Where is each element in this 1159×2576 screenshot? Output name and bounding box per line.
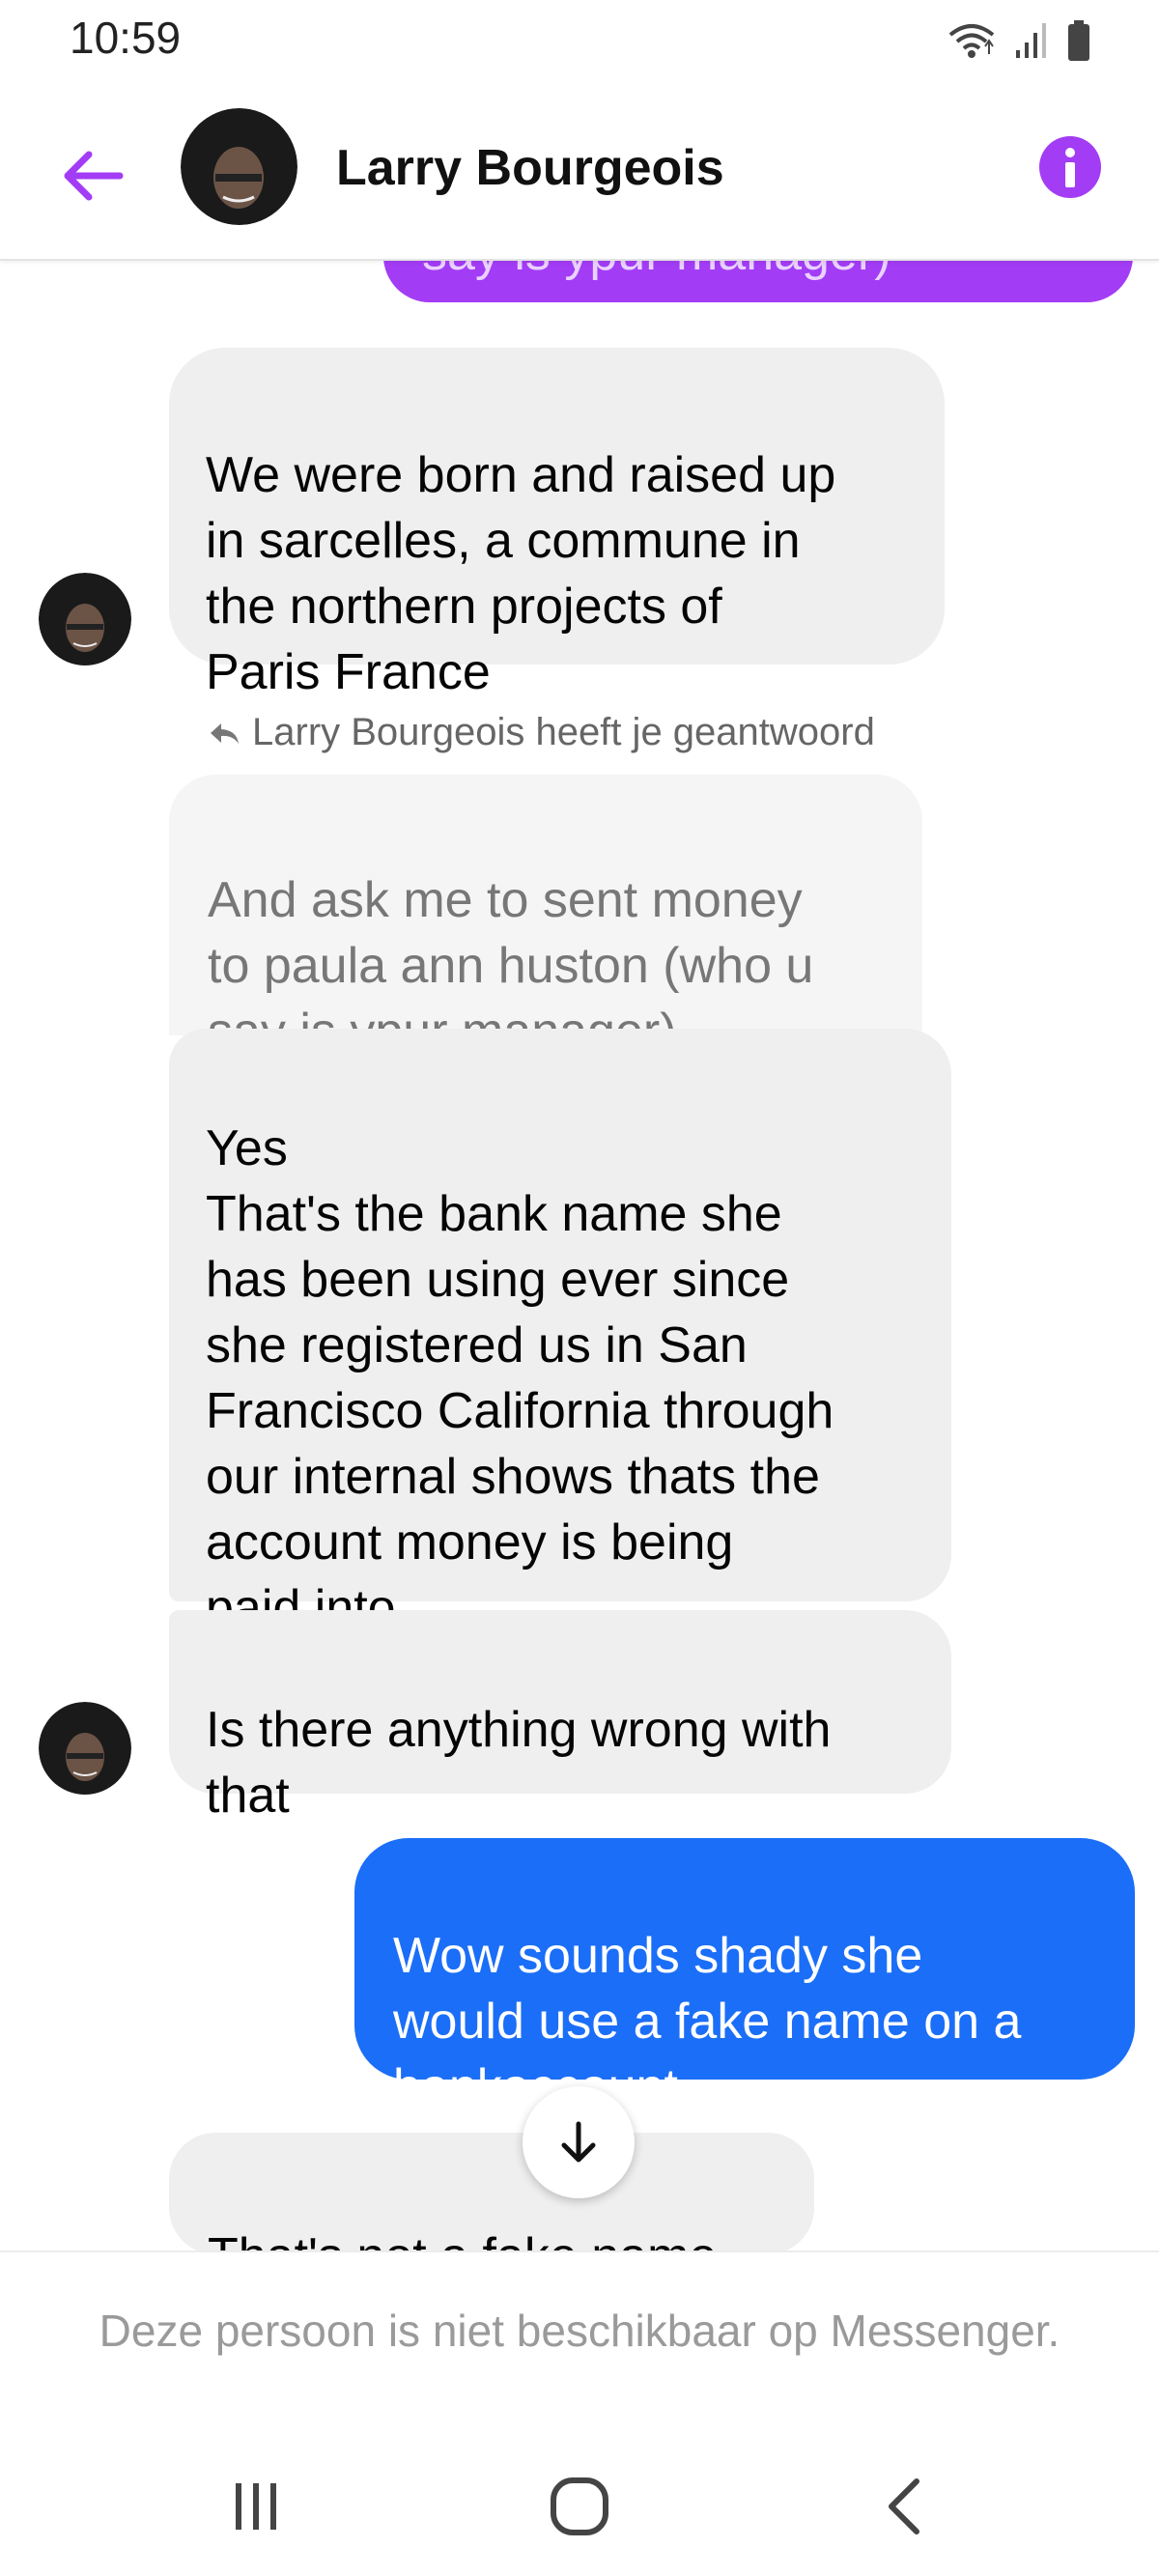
outgoing-message[interactable]: Wow sounds shady she would use a fake na… (354, 1838, 1135, 2115)
recent-apps-icon (236, 2483, 276, 2530)
avatar-image (39, 573, 131, 665)
reply-indicator: Larry Bourgeois heeft je geantwoord (208, 711, 875, 754)
reply-icon (211, 722, 239, 744)
signal-icon (1016, 23, 1046, 58)
wifi-icon (948, 24, 995, 58)
chat-header: Larry Bourgeois (0, 97, 1159, 261)
status-time: 10:59 (70, 13, 182, 63)
message-list[interactable]: say is ypur manager) We were born and ra… (0, 261, 1159, 2250)
info-icon (1039, 136, 1101, 198)
sender-avatar (39, 1702, 131, 1795)
scroll-to-bottom-button[interactable] (523, 2086, 635, 2198)
back-button[interactable] (56, 139, 129, 212)
info-button[interactable] (1038, 135, 1102, 199)
outgoing-message-partial[interactable]: say is ypur manager) (383, 261, 1133, 302)
message-text: Wow sounds shady she would use a fake na… (393, 1928, 1022, 2115)
message-text: Yes That's the bank name she has been us… (206, 1120, 834, 1636)
notice-text: Deze persoon is niet beschikbaar op Mess… (99, 2306, 1060, 2356)
unavailable-notice: Deze persoon is niet beschikbaar op Mess… (0, 2250, 1159, 2426)
incoming-message[interactable]: We were born and raised up in sarcelles,… (169, 348, 945, 700)
message-text: We were born and raised up in sarcelles,… (206, 447, 836, 700)
message-text: Is there anything wrong with that (206, 1702, 832, 1824)
status-bar: 10:59 (0, 0, 1159, 87)
incoming-message[interactable]: Yes That's the bank name she has been us… (169, 1029, 951, 1636)
quoted-message[interactable]: And ask me to sent money to paula ann hu… (169, 775, 922, 1060)
recent-apps-button[interactable] (203, 2463, 309, 2550)
sender-avatar (39, 573, 131, 665)
system-navigation-bar (0, 2434, 1159, 2576)
back-nav-button[interactable] (850, 2463, 956, 2550)
reply-note-text: Larry Bourgeois heeft je geantwoord (252, 711, 875, 753)
home-button[interactable] (526, 2463, 633, 2550)
message-text: That's not a fake name (208, 2228, 717, 2250)
arrow-down-icon (561, 2121, 596, 2163)
home-icon (551, 2477, 608, 2535)
avatar-image (39, 1702, 131, 1795)
battery-icon (1068, 20, 1089, 61)
message-text: say is ypur manager) (422, 261, 891, 286)
back-icon (889, 2478, 919, 2534)
incoming-message[interactable]: That's not a fake name (169, 2133, 814, 2250)
contact-avatar[interactable] (181, 108, 297, 225)
contact-name[interactable]: Larry Bourgeois (336, 139, 724, 197)
arrow-left-icon (64, 151, 124, 201)
avatar-image (181, 108, 297, 225)
incoming-message[interactable]: Is there anything wrong with that (169, 1610, 951, 1824)
status-icons (947, 19, 1091, 62)
